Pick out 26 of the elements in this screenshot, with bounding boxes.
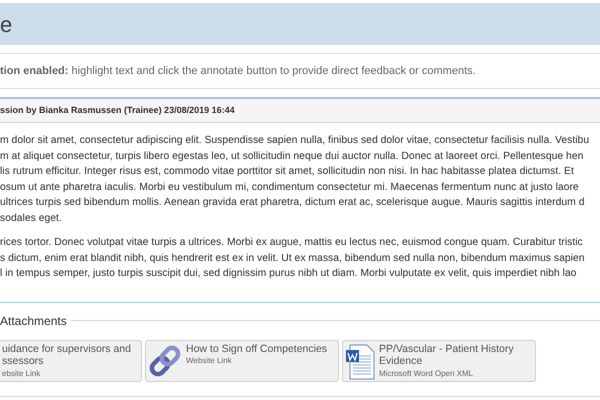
attachment-title: uidance for supervisors and xyxy=(2,342,131,355)
body-text-line: m at aliquet consectetur, turpis libero egestas leo, ut sollicitudin neque dui auctor nulla. Donec at laoreet orci. Pellentesque hen xyxy=(0,150,584,164)
annotation-notice: tion enabled: highlight text and click the annotate button to provide direct feedback or comments. xyxy=(0,64,476,79)
attachment-type: Website Link xyxy=(186,355,233,366)
body-text-line: sodales eget. xyxy=(0,212,63,226)
attachments-heading: Attachments xyxy=(0,312,67,330)
attachment-card[interactable]: uidance for supervisors and ssessors ebsite Link xyxy=(0,340,142,382)
attachment-card[interactable]: How to Sign off Competencies Website Link xyxy=(145,340,339,382)
word-document-icon xyxy=(345,344,375,380)
attachment-type: ebsite Link xyxy=(2,368,42,378)
attachment-title: PP/Vascular - Patient History xyxy=(379,342,514,355)
body-text-line: rices tortor. Donec volutpat vitae turpis a ultrices. Morbi ex augue, mattis eu lectus nec, euismod congue quam. Curabitur tristic xyxy=(0,236,584,250)
body-text-line: l in tempus semper, justo turpis suscipit dui, sed dignissim purus nibh ut diam. Morbi vulputate ex velit, quis imperdiet nibh lao xyxy=(0,267,578,281)
attachment-type: Microsoft Word Open XML xyxy=(379,368,474,378)
attachment-card[interactable]: PP/Vascular - Patient History Evidence Microsoft Word Open XML xyxy=(342,340,536,382)
chain-link-icon xyxy=(148,344,182,378)
attachment-title: ssessors xyxy=(2,355,44,368)
submission-author: ssion by Bianka Rasmussen (Trainee) 23/08/2019 16:44 xyxy=(0,104,235,117)
body-text-line: s dictum, enim erat blandit nibh, quis hendrerit est ex in velit. Ut ex massa, bibendum sed nulla non, bibendum maximus sapien xyxy=(0,252,586,266)
body-text-line: m dolor sit amet, consectetur adipiscing elit. Suspendisse sapien nulla, finibus sed dolor vitae, consectetur facilisis nulla. Vestibu xyxy=(0,134,590,148)
page-title: e xyxy=(0,10,12,38)
body-text-line: ultrices turpis sed bibendum mollis. Aenean gravida erat pharetra, dictum erat ac, scelerisque augue. Mauris sagittis interdum d xyxy=(0,196,586,210)
body-text-line: lis rutrum efficitur. Integer risus est, commodo vitae porttitor sit amet, sollicitudin non nisi. In hac habitasse platea dictumst. Et xyxy=(0,165,575,179)
body-text-line: osum ut ante pharetra iaculis. Morbi eu vestibulum mi, condimentum consectetur mi. Maecenas fermentum nunc at justo laore xyxy=(0,180,580,194)
attachment-title: How to Sign off Competencies xyxy=(186,342,328,355)
attachment-title: Evidence xyxy=(379,355,424,368)
